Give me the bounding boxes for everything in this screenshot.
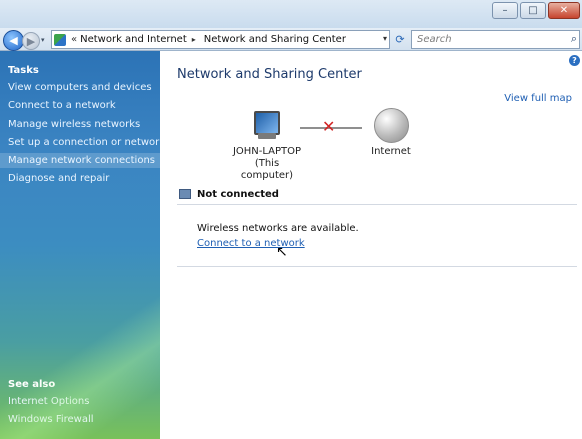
status-divider (177, 204, 577, 205)
mouse-cursor-icon: ↖ (276, 244, 288, 260)
minimize-button[interactable]: – (492, 2, 518, 19)
back-button[interactable]: ◀ (3, 30, 24, 51)
address-bar[interactable]: « Network and Internet ▸ Network and Sha… (51, 30, 390, 49)
overflow-chevron-icon[interactable]: « (71, 34, 77, 45)
sidebar-item-diagnose-repair[interactable]: Diagnose and repair (8, 173, 109, 184)
network-status-icon (179, 189, 193, 200)
breadcrumb-network-and-internet[interactable]: Network and Internet (80, 34, 187, 45)
recent-pages-dropdown[interactable]: ▾ (41, 36, 45, 44)
computer-name: JOHN-LAPTOP (232, 146, 302, 157)
maximize-button[interactable]: □ (520, 2, 546, 19)
search-placeholder: Search (417, 34, 452, 45)
computer-icon (250, 109, 282, 141)
see-also-heading: See also (8, 379, 56, 390)
network-center-icon (54, 33, 66, 46)
help-icon[interactable]: ? (569, 55, 580, 66)
sidebar-item-setup-connection[interactable]: Set up a connection or network (8, 137, 160, 148)
search-input[interactable]: Search ⌕ (411, 30, 580, 49)
sidebar-item-connect-network[interactable]: Connect to a network (8, 100, 116, 111)
sidebar-item-manage-connections[interactable]: Manage network connections (0, 153, 160, 168)
connection-status: Not connected (197, 189, 279, 200)
search-icon[interactable]: ⌕ (571, 32, 577, 46)
task-pane: Tasks View computers and devices Connect… (0, 51, 160, 439)
sidebar-item-internet-options[interactable]: Internet Options (8, 396, 89, 407)
refresh-button[interactable]: ⟳ (392, 31, 408, 47)
sidebar-item-manage-wireless[interactable]: Manage wireless networks (8, 119, 140, 130)
breadcrumb-network-and-sharing-center[interactable]: Network and Sharing Center (204, 34, 346, 45)
computer-label: JOHN-LAPTOP (This computer) (232, 146, 302, 182)
breadcrumb-separator-icon[interactable]: ▸ (192, 35, 196, 44)
section-divider (177, 266, 577, 267)
title-bar: – □ ✕ (0, 0, 582, 29)
sidebar-item-view-computers[interactable]: View computers and devices (8, 82, 152, 93)
page-title: Network and Sharing Center (177, 67, 362, 82)
internet-label: Internet (371, 146, 411, 157)
window-controls: – □ ✕ (492, 2, 580, 19)
close-button[interactable]: ✕ (548, 2, 580, 19)
address-dropdown-icon[interactable]: ▾ (383, 34, 387, 43)
sidebar-item-windows-firewall[interactable]: Windows Firewall (8, 414, 94, 425)
disconnected-x-icon[interactable]: ✕ (322, 117, 335, 136)
tasks-heading: Tasks (8, 65, 39, 76)
forward-button[interactable]: ▶ (22, 32, 40, 50)
internet-globe-icon (374, 108, 409, 143)
view-full-map-link[interactable]: View full map (504, 93, 572, 104)
connect-to-network-link[interactable]: Connect to a network (197, 238, 305, 249)
navigation-bar: ◀ ▶ ▾ « Network and Internet ▸ Network a… (0, 28, 582, 51)
wireless-available-text: Wireless networks are available. (197, 223, 359, 234)
computer-subtitle: (This computer) (240, 158, 294, 181)
